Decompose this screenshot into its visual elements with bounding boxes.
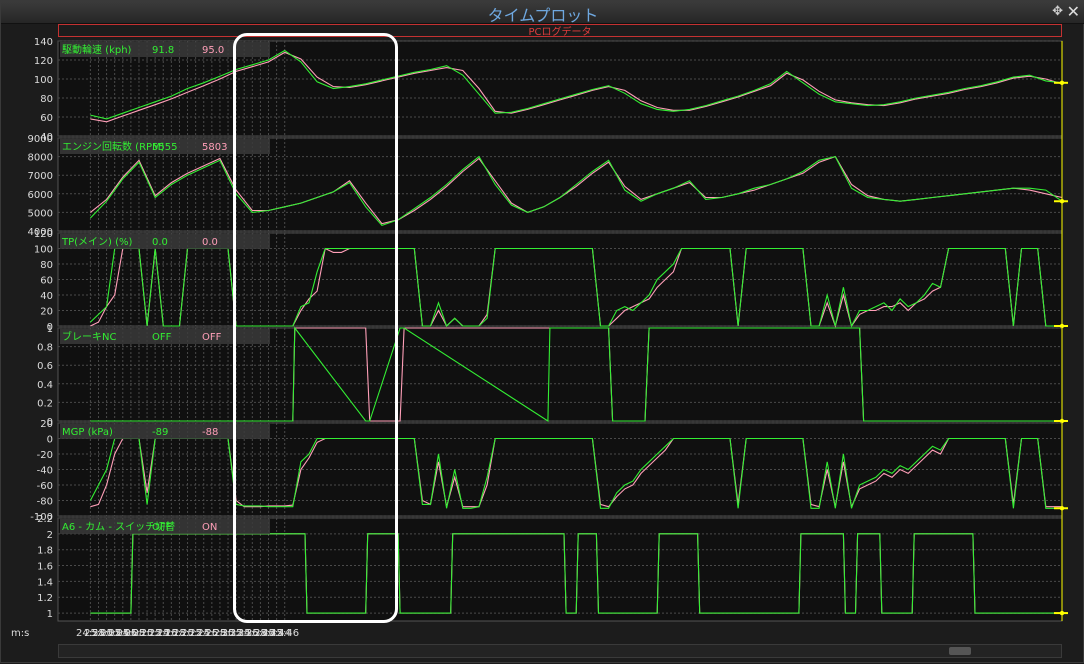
y-tick-label: 0 <box>47 435 53 446</box>
panel-value-green: -89 <box>152 427 168 438</box>
panel-value-green: 91.8 <box>152 45 174 56</box>
y-tick-label: 6000 <box>28 190 53 201</box>
panel-value-pink: ON <box>202 522 217 533</box>
time-plot-chart[interactable]: 140120100806040駆動輪速 (kph) 91.8 95.09000800… <box>1 1 1084 664</box>
x-axis-unit-label: m:s <box>11 628 29 639</box>
panel-value-pink: 0.0 <box>202 237 218 248</box>
panel-title: TP(メイン) (%) <box>61 237 133 248</box>
horizontal-scrollbar[interactable] <box>58 644 1062 658</box>
panel-value-pink: 95.0 <box>202 45 224 56</box>
panel-value-green: OFF <box>152 332 172 343</box>
panel-value-pink: -88 <box>202 427 218 438</box>
y-tick-label: 5000 <box>28 208 53 219</box>
y-tick-label: 8000 <box>28 153 53 164</box>
y-tick-label: -20 <box>37 450 53 461</box>
y-tick-label: 120 <box>34 229 53 240</box>
timeplot-window: タイムプロット ✥ ✕ PCログデータ 140 120 100 80 60 40 駆動輪速 … <box>0 0 1084 663</box>
y-tick-label: 1.2 <box>37 593 53 604</box>
y-tick-label: -60 <box>37 481 53 492</box>
y-tick-label: -40 <box>37 466 53 477</box>
y-tick-label: 2.2 <box>37 514 53 525</box>
scrollbar-thumb[interactable] <box>949 647 971 655</box>
panel-title: MGP (kPa) <box>62 427 113 438</box>
y-tick-label: 120 <box>34 56 53 67</box>
y-tick-label: 80 <box>40 94 53 105</box>
y-tick-label: 9000 <box>28 134 53 145</box>
y-tick-label: 0.6 <box>37 361 53 372</box>
y-tick-label: 1 <box>47 324 53 335</box>
y-tick-label: 1 <box>47 609 53 620</box>
y-tick-label: 20 <box>40 419 53 430</box>
y-tick-label: 40 <box>40 291 53 302</box>
y-tick-label: 100 <box>34 75 53 86</box>
y-tick-label: 2 <box>47 530 53 541</box>
y-tick-label: 140 <box>34 37 53 48</box>
y-tick-label: 0.4 <box>37 380 53 391</box>
y-tick-label: 1.6 <box>37 562 53 573</box>
panel-title: 駆動輪速 (kph) <box>62 43 132 56</box>
y-tick-label: 0.2 <box>37 398 53 409</box>
panel-value-pink: OFF <box>202 332 222 343</box>
panel-value-green: OFF <box>152 522 172 533</box>
y-tick-label: -80 <box>37 497 53 508</box>
y-tick-label: 80 <box>40 260 53 271</box>
panel-value-pink: 5803 <box>202 142 227 153</box>
panel-value-green: 5555 <box>152 142 177 153</box>
y-tick-label: 7000 <box>28 171 53 182</box>
x-tick-label: 25:46 <box>270 628 299 639</box>
y-tick-label: 60 <box>40 276 53 287</box>
y-tick-label: 60 <box>40 113 53 124</box>
panel-value-green: 0.0 <box>152 237 168 248</box>
y-tick-label: 20 <box>40 307 53 318</box>
y-tick-label: 1.4 <box>37 577 53 588</box>
y-tick-label: 0.8 <box>37 343 53 354</box>
panel-title: ブレーキNC <box>62 330 116 343</box>
panel-title: エンジン回転数 (RPM) <box>62 140 165 153</box>
y-tick-label: 1.8 <box>37 546 53 557</box>
y-tick-label: 100 <box>34 245 53 256</box>
